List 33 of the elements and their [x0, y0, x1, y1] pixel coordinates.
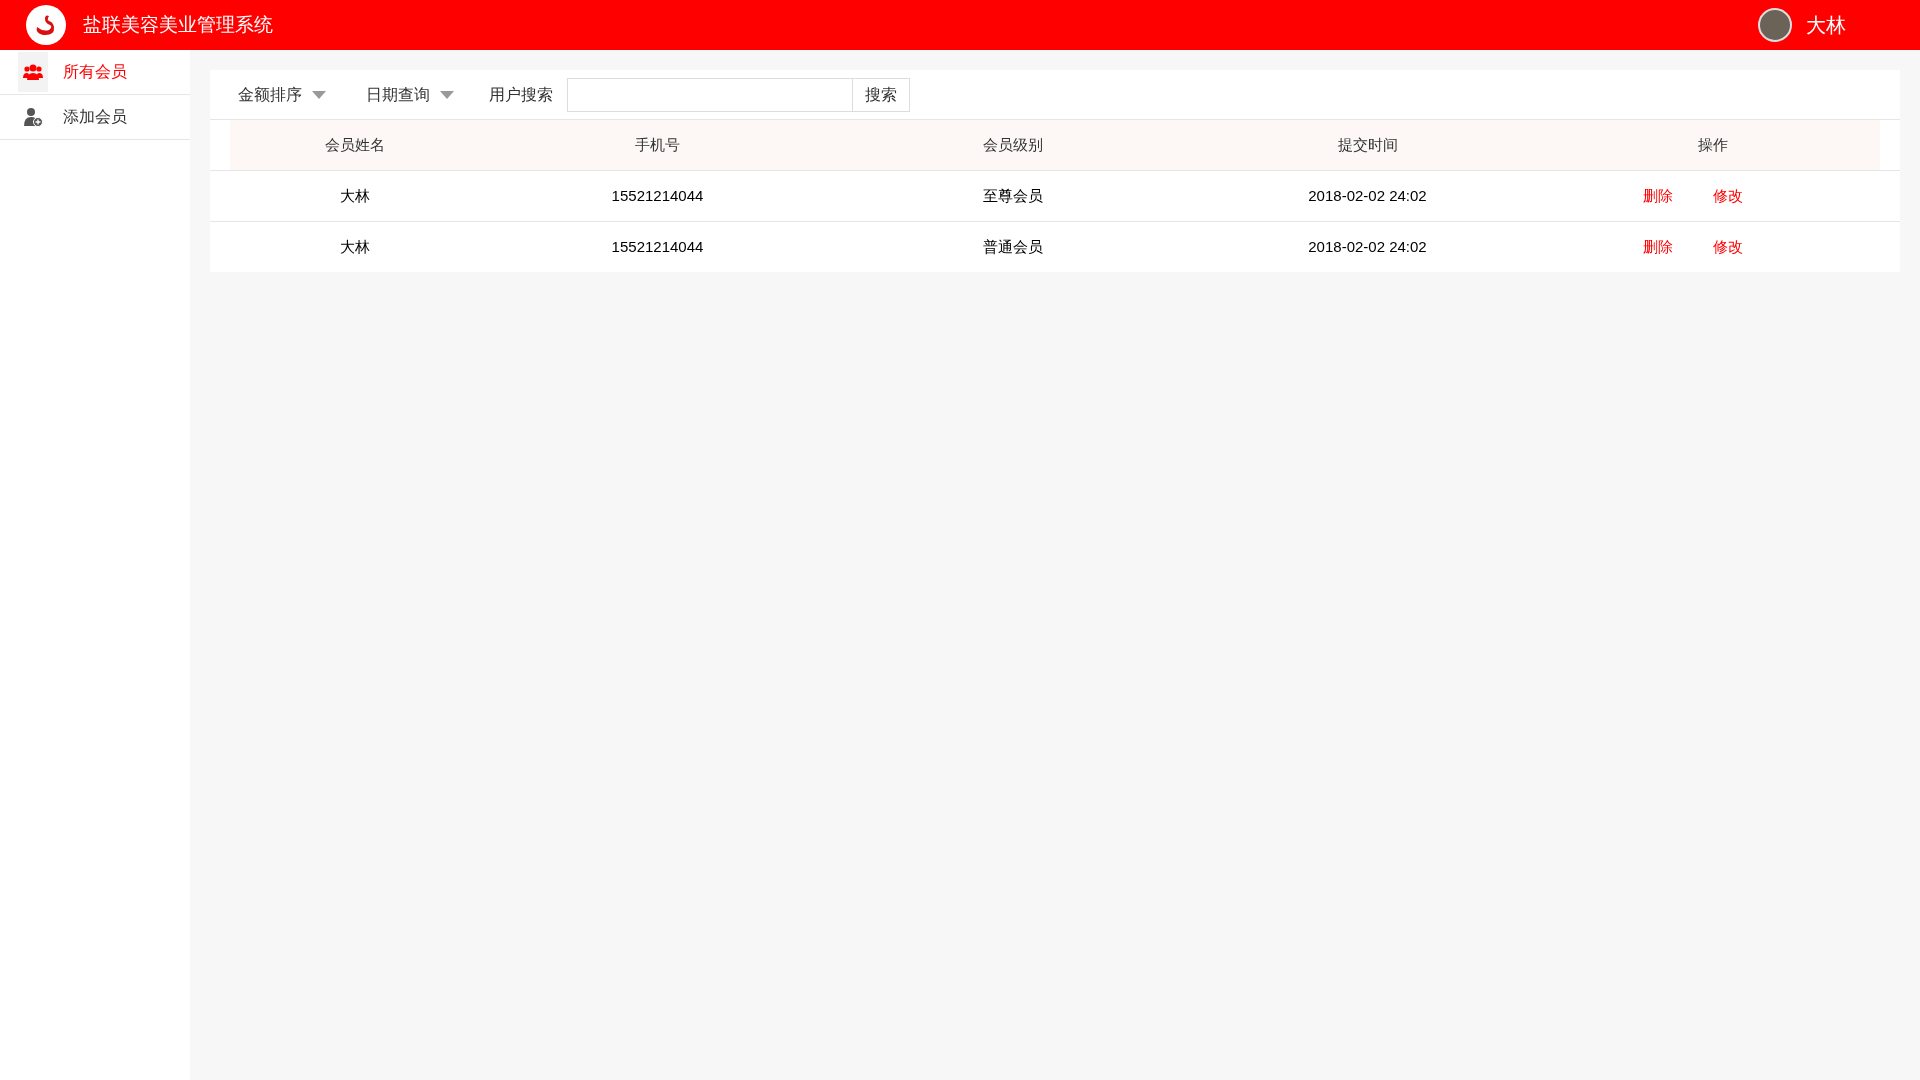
- column-header: 会员姓名: [325, 134, 385, 155]
- sidebar-label: 添加会员: [63, 107, 127, 127]
- sidebar-item[interactable]: 所有会员: [0, 50, 190, 95]
- user-add-icon: [23, 107, 43, 127]
- column-header: 手机号: [635, 134, 680, 155]
- table-cell-text: 2018-02-02 24:02: [1308, 236, 1427, 257]
- sidebar-item[interactable]: 添加会员: [0, 95, 190, 140]
- search-button[interactable]: 搜索: [853, 77, 910, 112]
- people-icon: [23, 63, 43, 81]
- app-title: 盐联美容美业管理系统: [83, 12, 273, 37]
- column-header: 提交时间: [1337, 134, 1398, 155]
- action-link[interactable]: 删除: [1642, 184, 1673, 208]
- caret-icon: [312, 90, 326, 99]
- user-name[interactable]: 大林: [1806, 10, 1846, 40]
- column-header: 会员级别: [982, 134, 1043, 155]
- table-cell-text: 15521214044: [611, 185, 704, 206]
- date-dropdown[interactable]: 日期查询: [366, 82, 454, 107]
- avatar[interactable]: [1758, 8, 1792, 42]
- caret-icon: [440, 90, 454, 99]
- column-header: 操作: [1697, 134, 1728, 155]
- sort-dropdown[interactable]: 金额排序: [238, 82, 326, 107]
- table-cell-text: 2018-02-02 24:02: [1308, 185, 1427, 206]
- table-cell-text: 普通会员: [982, 236, 1043, 257]
- table-cell-text: 15521214044: [611, 236, 704, 257]
- action-link[interactable]: 修改: [1712, 235, 1743, 259]
- action-link[interactable]: 删除: [1642, 235, 1673, 259]
- search-field[interactable]: [567, 77, 853, 112]
- action-link[interactable]: 修改: [1712, 184, 1743, 208]
- table-cell-text: 大林: [340, 185, 370, 206]
- search-label: 用户搜索: [489, 84, 553, 105]
- table-cell-text: 大林: [340, 236, 370, 257]
- table-cell-text: 至尊会员: [982, 185, 1043, 206]
- sidebar-label: 所有会员: [63, 62, 127, 82]
